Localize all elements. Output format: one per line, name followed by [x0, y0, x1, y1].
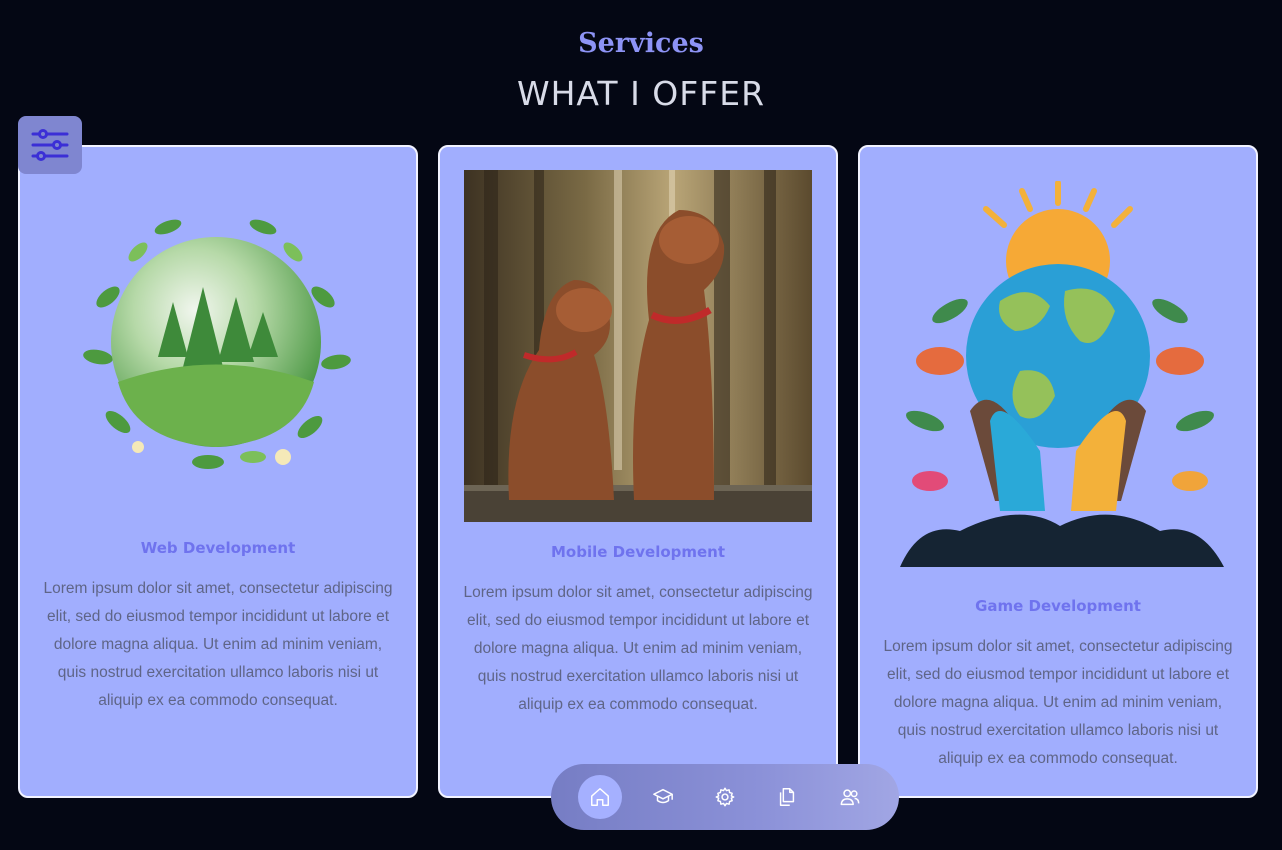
card-description: Lorem ipsum dolor sit amet, consectetur …: [463, 584, 813, 713]
nav-services[interactable]: [703, 775, 747, 819]
service-card-game: Game Development Lorem ipsum dolor sit a…: [858, 145, 1258, 798]
nav-education[interactable]: [641, 775, 685, 819]
sliders-icon: [31, 129, 69, 161]
card-title: Web Development: [140, 539, 296, 557]
home-icon: [591, 788, 610, 806]
graduation-cap-icon: [652, 788, 673, 804]
nav-contact[interactable]: [828, 775, 872, 819]
earth-hands-image: [900, 181, 1224, 567]
card-description: Lorem ipsum dolor sit amet, consectetur …: [883, 638, 1233, 767]
section-title: WHAT I OFFER: [516, 74, 766, 113]
documents-icon: [780, 788, 795, 806]
nav-home[interactable]: [578, 775, 623, 819]
services-page: Services WHAT I OFFER Web Development Lo…: [0, 0, 1282, 850]
card-title: Mobile Development: [550, 543, 726, 561]
eco-globe-image: [83, 219, 351, 469]
service-card-mobile: Mobile Development Lorem ipsum dolor sit…: [438, 145, 838, 798]
gear-icon: [715, 787, 735, 807]
bottom-nav: [551, 764, 899, 830]
card-title: Game Development: [975, 597, 1141, 615]
section-subtitle: Services: [578, 28, 704, 59]
filter-button[interactable]: [18, 116, 82, 174]
dogs-photo: [464, 170, 812, 522]
users-icon: [840, 789, 860, 806]
service-card-web: Web Development Lorem ipsum dolor sit am…: [18, 145, 418, 798]
nav-portfolio[interactable]: [765, 775, 809, 819]
card-description: Lorem ipsum dolor sit amet, consectetur …: [43, 580, 393, 709]
